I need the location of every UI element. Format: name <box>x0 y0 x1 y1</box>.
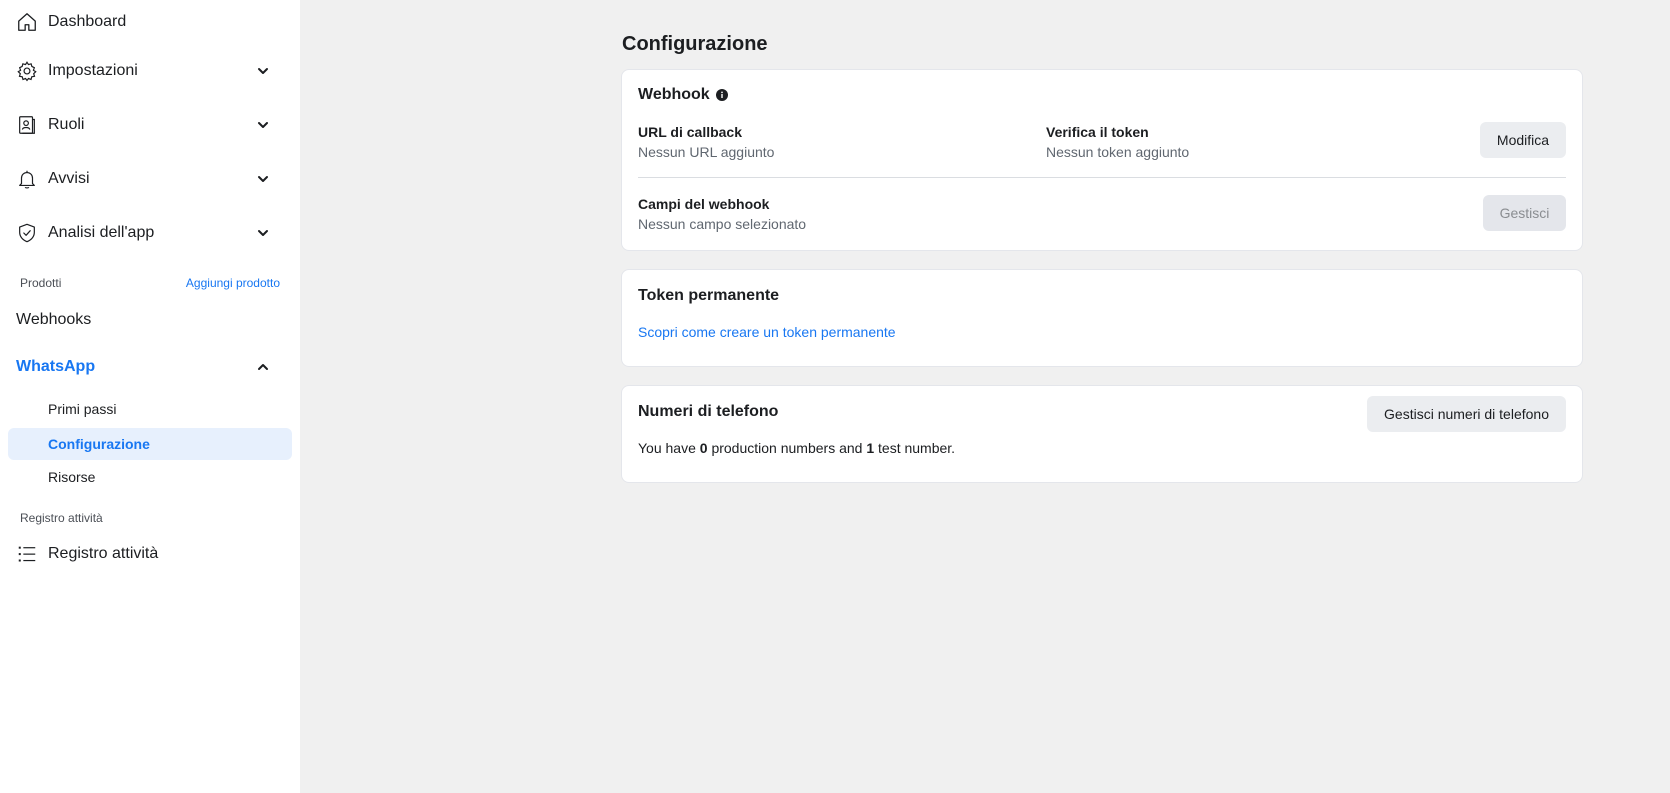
sidebar-item-label: Ruoli <box>48 116 85 133</box>
chevron-down-icon[interactable] <box>256 118 270 132</box>
sidebar-item-whatsapp[interactable]: WhatsApp <box>0 351 300 383</box>
manage-fields-button[interactable]: Gestisci <box>1483 195 1566 231</box>
sidebar-item-label: WhatsApp <box>16 358 96 375</box>
sidebar-item-ruoli[interactable]: Ruoli <box>0 109 300 141</box>
shield-check-icon <box>16 222 38 244</box>
list-icon <box>16 543 38 565</box>
sidebar-item-label: Avvisi <box>48 170 90 187</box>
sidebar-subitem-label: Risorse <box>48 469 96 485</box>
activity-section-header: Registro attività <box>20 511 103 525</box>
sidebar-item-analisi[interactable]: Analisi dell'app <box>0 217 300 249</box>
add-product-link[interactable]: Aggiungi prodotto <box>186 276 280 290</box>
chevron-down-icon[interactable] <box>256 226 270 240</box>
home-icon <box>16 11 38 33</box>
sidebar-item-avvisi[interactable]: Avvisi <box>0 163 300 195</box>
divider <box>638 177 1566 178</box>
callback-url-label: URL di callback <box>638 124 743 140</box>
webhook-card-title: Webhook <box>638 86 728 104</box>
sidebar-subitem-label: Configurazione <box>48 436 150 452</box>
manage-phone-numbers-button[interactable]: Gestisci numeri di telefono <box>1367 396 1566 432</box>
test-count: 1 <box>866 440 875 456</box>
summary-middle: production numbers and <box>707 440 867 456</box>
sidebar: Dashboard Impostazioni Ruoli Avvisi Anal… <box>0 0 300 793</box>
app-root: Dashboard Impostazioni Ruoli Avvisi Anal… <box>0 0 1670 793</box>
webhook-fields-label: Campi del webhook <box>638 196 770 212</box>
gear-icon <box>16 60 38 82</box>
sidebar-item-label: Analisi dell'app <box>48 224 155 241</box>
edit-button[interactable]: Modifica <box>1480 122 1566 158</box>
phone-numbers-card: Numeri di telefono Gestisci numeri di te… <box>621 385 1583 483</box>
phone-numbers-summary: You have 0 production numbers and 1 test… <box>638 440 955 456</box>
sidebar-item-dashboard[interactable]: Dashboard <box>0 6 300 38</box>
sidebar-item-label: Impostazioni <box>48 62 138 79</box>
callback-url-value: Nessun URL aggiunto <box>638 144 775 160</box>
sidebar-subitem-label: Primi passi <box>48 401 117 417</box>
chevron-down-icon[interactable] <box>256 172 270 186</box>
sidebar-item-webhooks[interactable]: Webhooks <box>16 311 91 329</box>
phone-numbers-title: Numeri di telefono <box>638 403 779 420</box>
products-section-header: Prodotti <box>20 276 62 290</box>
permanent-token-title: Token permanente <box>638 287 780 304</box>
sidebar-item-label: Dashboard <box>48 13 127 30</box>
page-title: Configurazione <box>622 33 768 55</box>
webhook-fields-value: Nessun campo selezionato <box>638 216 807 232</box>
sidebar-item-registro-attivita[interactable]: Registro attività <box>0 538 300 570</box>
sidebar-subitem-primi-passi[interactable]: Primi passi <box>8 393 292 425</box>
info-icon[interactable] <box>715 89 728 101</box>
sidebar-item-impostazioni[interactable]: Impostazioni <box>0 55 300 87</box>
summary-suffix: test number. <box>874 440 956 456</box>
webhook-title: Webhook <box>638 86 710 103</box>
webhook-card: Webhook URL di callback Nessun URL aggiu… <box>621 69 1583 251</box>
roles-icon <box>16 114 38 136</box>
chevron-down-icon[interactable] <box>256 64 270 78</box>
verify-token-label: Verifica il token <box>1046 124 1149 140</box>
sidebar-subitem-risorse[interactable]: Risorse <box>8 461 292 493</box>
permanent-token-link[interactable]: Scopri come creare un token permanente <box>638 324 896 340</box>
production-count: 0 <box>699 440 708 456</box>
bell-icon <box>16 168 38 190</box>
sidebar-subitem-configurazione[interactable]: Configurazione <box>8 428 292 460</box>
sidebar-item-label: Registro attività <box>48 545 159 562</box>
verify-token-value: Nessun token aggiunto <box>1046 144 1190 160</box>
summary-prefix: You have <box>638 440 700 456</box>
chevron-up-icon[interactable] <box>256 360 270 374</box>
permanent-token-card: Token permanente Scopri come creare un t… <box>621 269 1583 367</box>
